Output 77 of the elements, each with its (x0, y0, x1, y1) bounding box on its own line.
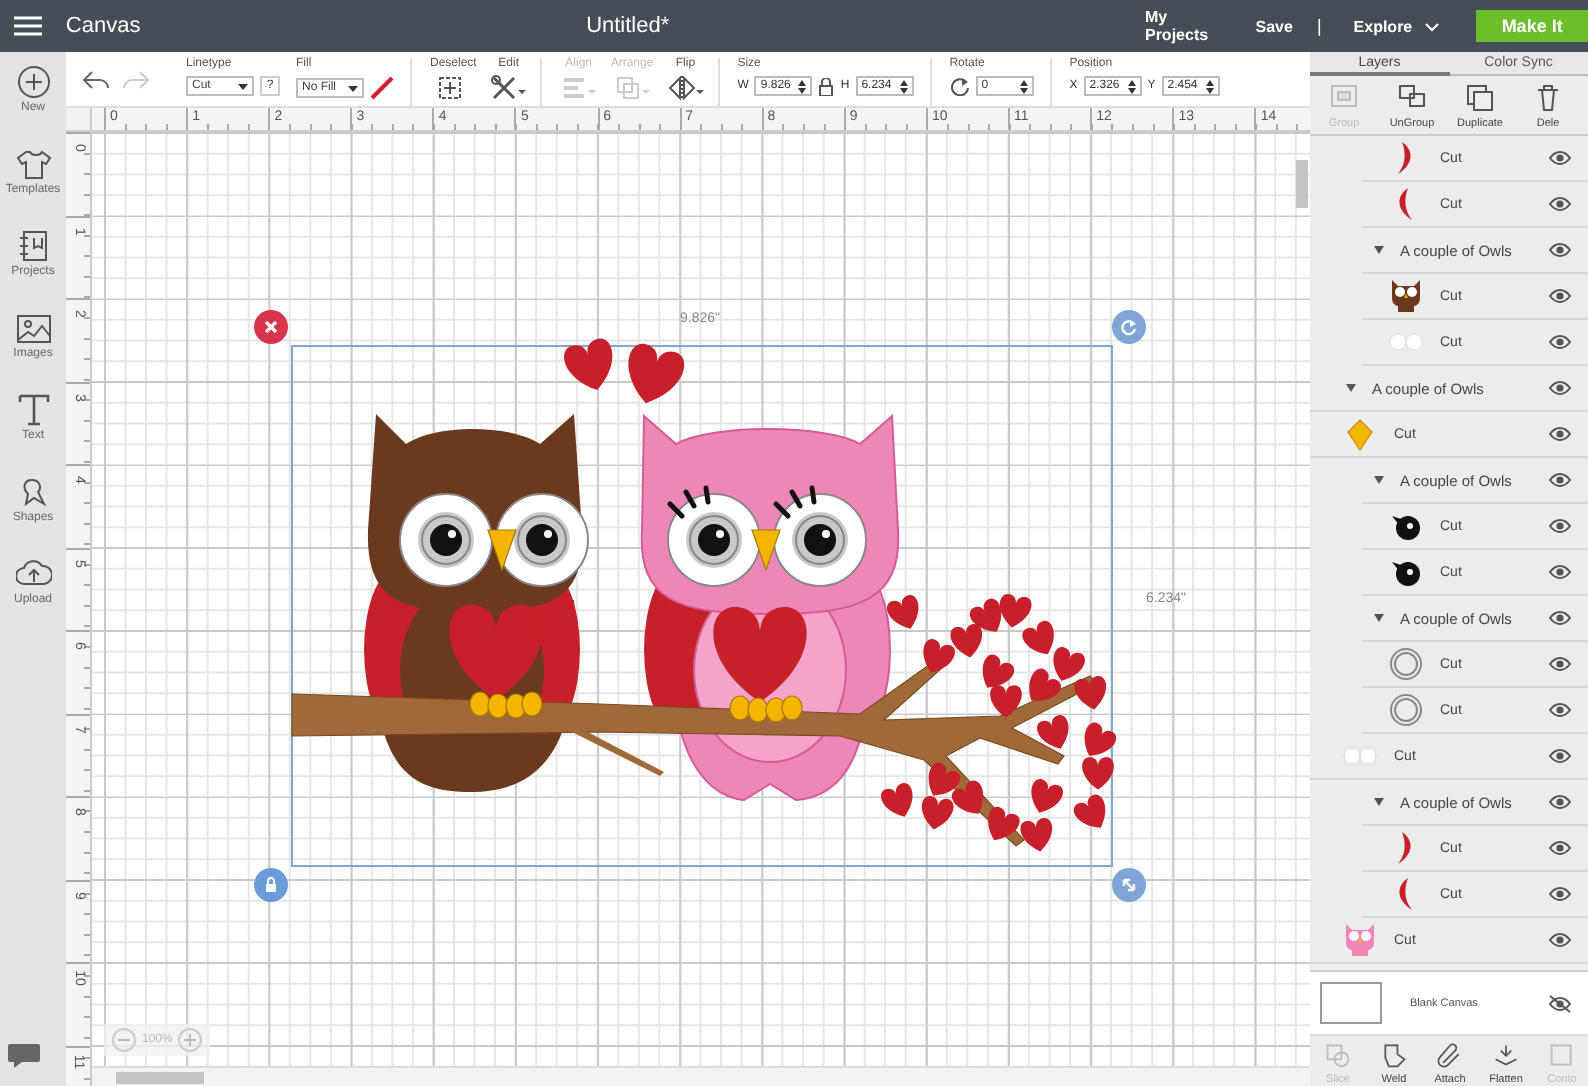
eye-icon (1548, 608, 1572, 628)
lock-icon (818, 77, 835, 95)
plus-circle-icon (15, 64, 51, 100)
eye-icon (1548, 838, 1572, 858)
undo-icon (82, 70, 110, 90)
delete-icon (1532, 82, 1564, 112)
eye-icon (1548, 378, 1572, 398)
duplicate-icon (1464, 82, 1496, 112)
eye-icon (1548, 240, 1572, 260)
caret-down-icon (1372, 475, 1388, 485)
spinner-arrows-icon (1019, 79, 1028, 93)
flip-icon (667, 74, 704, 102)
rotate-icon (1118, 316, 1140, 338)
eye-icon (1548, 286, 1572, 306)
caret-down-icon (1372, 245, 1388, 255)
dropdown-caret-icon (348, 85, 358, 91)
zoom-out-button[interactable] (112, 1028, 136, 1052)
chat-icon[interactable] (6, 1042, 42, 1070)
redo-icon (122, 70, 150, 90)
spinner-arrows-icon (1205, 79, 1214, 93)
eye-icon (1548, 424, 1572, 444)
separator: | (1316, 16, 1322, 36)
rotate-handle[interactable] (1112, 310, 1146, 344)
pen-color-icon (370, 76, 394, 100)
eye-icon (1548, 148, 1572, 168)
spinner-arrows-icon (899, 79, 908, 93)
scrollbar-thumb[interactable] (116, 1072, 204, 1084)
eye-icon (1548, 930, 1572, 950)
contour-icon (1546, 1042, 1578, 1068)
eye-icon (1548, 562, 1572, 582)
eye-icon (1548, 470, 1572, 490)
dropdown-caret-icon (238, 83, 248, 89)
spinner-arrows-icon (1127, 79, 1136, 93)
app-title: Canvas (65, 14, 143, 38)
lock-icon (260, 874, 282, 896)
image-icon (15, 310, 51, 346)
caret-down-icon (1344, 383, 1360, 393)
slice-icon (1322, 1042, 1354, 1068)
rotate-icon (949, 76, 970, 96)
eye-icon (1548, 194, 1572, 214)
eye-icon (1548, 516, 1572, 536)
eye-icon (1548, 884, 1572, 904)
text-t-icon (15, 392, 51, 428)
top-link[interactable]: Save (1255, 17, 1293, 35)
caret-down-icon (1372, 797, 1388, 807)
horizontal-scrollbar[interactable] (92, 1066, 1310, 1086)
notebook-icon (15, 228, 51, 264)
top-link[interactable]: My Projects (1144, 8, 1232, 44)
group-icon (1328, 82, 1360, 112)
eye-icon (1548, 700, 1572, 720)
zoom-in-button[interactable] (178, 1028, 203, 1052)
align-icon (560, 74, 597, 102)
caret-down-icon (1372, 613, 1388, 623)
weld-icon (1378, 1042, 1410, 1068)
flatten-icon (1490, 1042, 1522, 1068)
eye-icon (1548, 746, 1572, 766)
hidden-eye-icon (1548, 993, 1572, 1013)
eye-icon (1548, 332, 1572, 352)
chevron-down-icon (1424, 21, 1441, 31)
canvas-swatch[interactable] (1320, 982, 1382, 1024)
scissors-icon (490, 74, 527, 102)
lock-handle[interactable] (254, 868, 288, 902)
shirt-icon (15, 146, 51, 182)
resize-arrow-icon (1118, 874, 1140, 896)
eye-icon (1548, 792, 1572, 812)
close-icon (260, 316, 282, 338)
plus-icon (184, 1034, 197, 1046)
ungroup-icon (1396, 82, 1428, 112)
document-title: Untitled* (586, 14, 672, 38)
explore-menu[interactable]: Explore (1353, 17, 1441, 35)
delete-handle[interactable] (254, 310, 288, 344)
spinner-arrows-icon (798, 79, 807, 93)
scrollbar-thumb[interactable] (1296, 160, 1308, 208)
arrange-icon (614, 74, 651, 102)
minus-icon (118, 1034, 130, 1046)
resize-handle[interactable] (1112, 868, 1146, 902)
eye-icon (1548, 654, 1572, 674)
